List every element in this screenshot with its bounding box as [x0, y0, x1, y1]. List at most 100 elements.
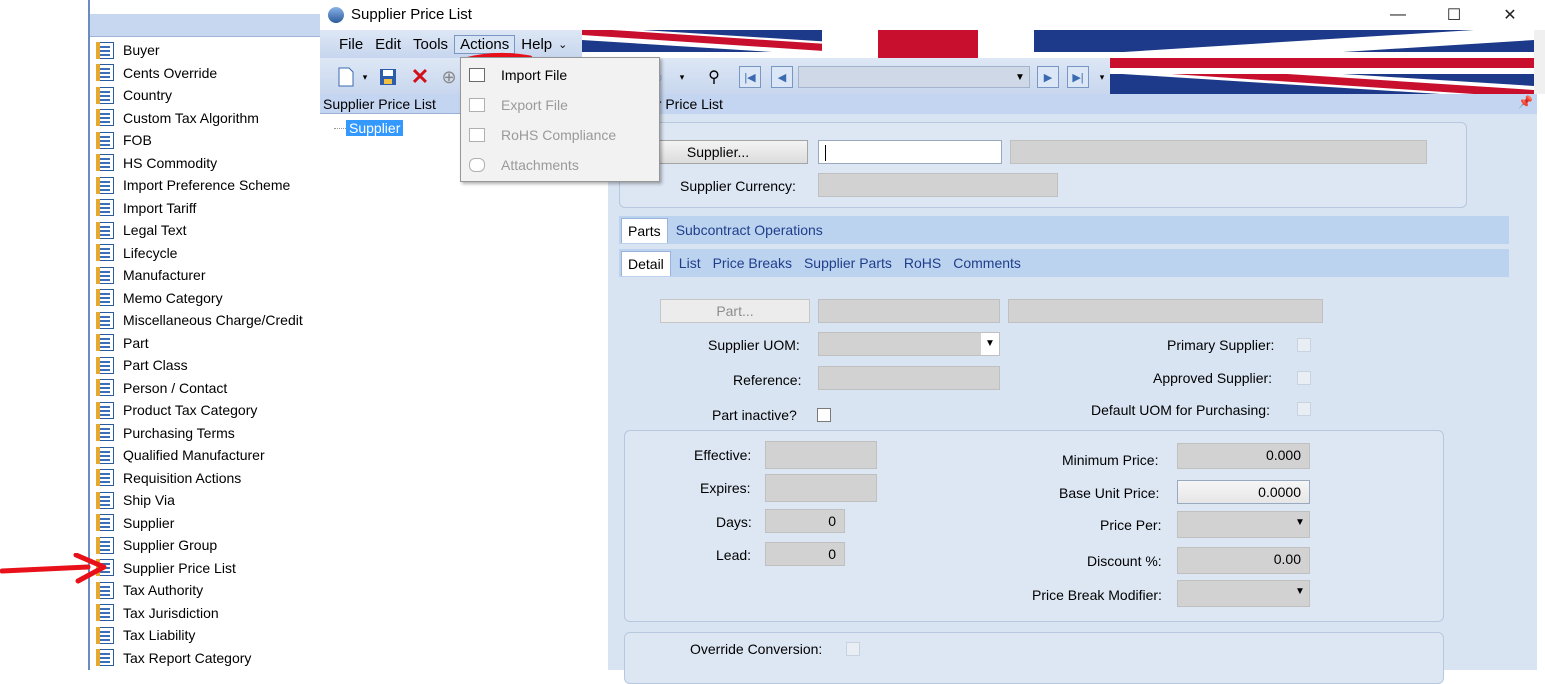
new-dropdown-icon[interactable]: ▾ [360, 66, 370, 88]
list-item[interactable]: Tax Jurisdiction [96, 602, 219, 624]
tab-detail[interactable]: Detail [621, 250, 671, 276]
document-icon [96, 64, 114, 81]
list-item[interactable]: FOB [96, 129, 152, 151]
list-item[interactable]: Ship Via [96, 489, 175, 511]
delete-icon[interactable]: ✕ [408, 64, 432, 89]
primary-supplier-checkbox[interactable] [1297, 338, 1311, 352]
price-break-modifier-combo[interactable]: ▼ [1177, 580, 1310, 607]
list-item[interactable]: Cents Override [96, 62, 217, 84]
list-item[interactable]: Miscellaneous Charge/Credit [96, 309, 303, 331]
tab-rohs[interactable]: RoHS [898, 255, 947, 271]
new-document-icon[interactable] [334, 66, 358, 88]
tab-parts[interactable]: Parts [621, 217, 668, 243]
toolbar-overflow-icon[interactable]: ▾ [1097, 66, 1107, 88]
lead-field[interactable]: 0 [765, 542, 845, 566]
minimize-button[interactable]: — [1370, 0, 1426, 30]
part-inactive-checkbox[interactable] [817, 408, 831, 422]
first-record-icon[interactable]: |◀ [739, 66, 761, 88]
tab-price-breaks[interactable]: Price Breaks [707, 255, 798, 271]
list-item[interactable]: Lifecycle [96, 242, 177, 264]
approved-supplier-label: Approved Supplier: [1153, 370, 1273, 386]
minimum-price-field[interactable]: 0.000 [1177, 443, 1310, 469]
price-per-combo[interactable]: ▼ [1177, 511, 1310, 538]
list-item[interactable]: Memo Category [96, 287, 223, 309]
pin-icon[interactable]: 📌 [1518, 92, 1533, 112]
close-button[interactable]: ✕ [1482, 0, 1538, 30]
list-item[interactable]: Tax Report Category [96, 647, 251, 669]
chevron-down-icon[interactable]: ▼ [981, 333, 999, 355]
list-item[interactable]: Purchasing Terms [96, 422, 235, 444]
list-item[interactable]: Qualified Manufacturer [96, 444, 265, 466]
list-item[interactable]: Buyer [96, 39, 160, 61]
attach-icon[interactable]: ⊕ [440, 66, 458, 88]
approved-supplier-checkbox[interactable] [1297, 371, 1311, 385]
expires-date-field[interactable] [765, 474, 877, 502]
list-item-label: Import Tariff [123, 199, 197, 216]
list-item[interactable]: Import Tariff [96, 197, 196, 219]
tab-comments[interactable]: Comments [947, 255, 1027, 271]
menu-tools[interactable]: Tools [407, 35, 454, 54]
previous-record-icon[interactable]: ◀ [771, 66, 793, 88]
menu-item-rohs-compliance[interactable]: RoHS Compliance [461, 120, 657, 150]
binoculars-icon[interactable]: ⚲ [702, 66, 726, 88]
list-item[interactable]: Tax Liability [96, 624, 195, 646]
last-record-icon[interactable]: ▶| [1067, 66, 1089, 88]
base-unit-price-field[interactable]: 0.0000 [1177, 480, 1310, 504]
list-item[interactable]: Part Class [96, 354, 188, 376]
list-item[interactable]: Legal Text [96, 219, 187, 241]
list-item-label: Manufacturer [123, 267, 206, 283]
list-item[interactable]: Person / Contact [96, 377, 227, 399]
list-item[interactable]: Manufacturer [96, 264, 205, 286]
menu-edit[interactable]: Edit [369, 35, 407, 54]
list-item[interactable]: Supplier Price List [96, 557, 236, 579]
menu-file[interactable]: File [333, 35, 369, 54]
tab-subcontract-operations[interactable]: Subcontract Operations [670, 222, 829, 238]
next-record-icon[interactable]: ▶ [1037, 66, 1059, 88]
chevron-down-icon[interactable]: ▼ [1291, 581, 1309, 603]
list-item-label: Import Preference Scheme [123, 177, 291, 193]
effective-date-field[interactable] [765, 441, 877, 469]
list-item[interactable]: Part [96, 332, 149, 354]
document-icon [96, 41, 114, 59]
menu-item-export-file[interactable]: Export File [461, 90, 657, 120]
tree-node-supplier[interactable]: Supplier [346, 120, 404, 136]
list-item[interactable]: Custom Tax Algorithm [96, 107, 259, 129]
discount-field[interactable]: 0.00 [1177, 547, 1310, 574]
part-button[interactable]: Part... [660, 299, 810, 323]
document-icon [96, 86, 114, 104]
menu-bar: File Edit Tools Actions Help ⌄ [320, 30, 582, 58]
supplier-uom-combo[interactable]: ▼ [818, 332, 1000, 356]
maximize-button[interactable]: ☐ [1426, 0, 1482, 30]
document-icon [96, 469, 114, 486]
list-item[interactable]: Supplier [96, 512, 174, 534]
document-icon [96, 491, 114, 509]
list-item[interactable]: Import Preference Scheme [96, 174, 290, 196]
reference-field[interactable] [818, 366, 1000, 390]
menu-overflow-icon[interactable]: ⌄ [558, 38, 567, 51]
override-conversion-checkbox[interactable] [846, 642, 860, 656]
app-icon [328, 7, 344, 23]
days-field[interactable]: 0 [765, 509, 845, 533]
refresh-dropdown-icon[interactable]: ▾ [677, 66, 687, 88]
tab-list[interactable]: List [673, 255, 707, 271]
part-inactive-label: Part inactive? [712, 407, 797, 423]
menu-item-import-file[interactable]: Import File [461, 60, 657, 90]
menu-actions[interactable]: Actions [454, 34, 516, 54]
list-header [90, 14, 320, 37]
list-item[interactable]: HS Commodity [96, 152, 217, 174]
list-item[interactable]: Requisition Actions [96, 467, 241, 489]
menu-help[interactable]: Help [515, 35, 558, 54]
chevron-down-icon[interactable]: ▼ [1011, 67, 1029, 87]
default-uom-checkbox[interactable] [1297, 402, 1311, 416]
list-item[interactable]: Supplier Group [96, 534, 217, 556]
supplier-id-input[interactable] [818, 140, 1002, 164]
save-icon[interactable] [376, 66, 400, 88]
list-item[interactable]: Country [96, 84, 172, 106]
list-item[interactable]: Tax Authority [96, 579, 203, 601]
record-navigator-combo[interactable]: ▼ [798, 66, 1030, 88]
list-item-label: Tax Authority [123, 582, 204, 598]
chevron-down-icon[interactable]: ▼ [1291, 512, 1309, 534]
menu-item-attachments[interactable]: Attachments [461, 150, 657, 180]
list-item[interactable]: Product Tax Category [96, 399, 257, 421]
tab-supplier-parts[interactable]: Supplier Parts [798, 255, 898, 271]
